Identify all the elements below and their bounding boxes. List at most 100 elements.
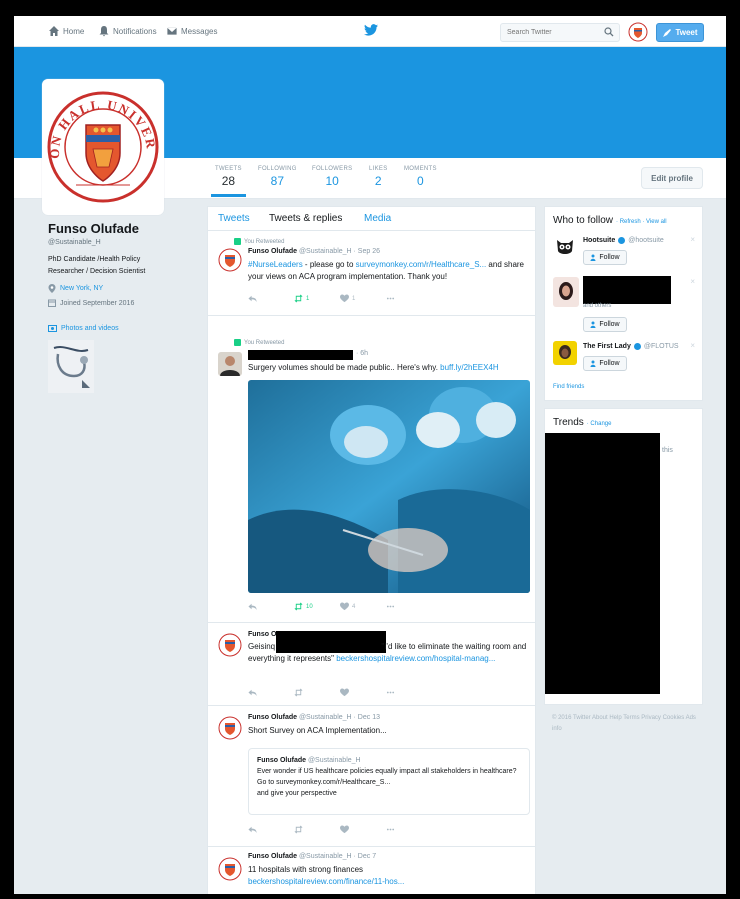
photos-and-videos-link[interactable]: Photos and videos [48,325,119,332]
nav-messages[interactable]: Messages [166,25,217,37]
dismiss-icon[interactable]: × [690,235,695,244]
tweet-avatar[interactable] [218,352,242,376]
reply-button[interactable] [248,602,294,611]
profile-location: New York, NY [48,284,103,293]
like-button[interactable] [340,825,386,834]
seton-hall-crest-icon [218,857,242,881]
tweet-avatar[interactable] [218,857,242,881]
change-trends-link[interactable]: · Change [587,421,612,427]
tweet-media-image[interactable] [248,380,530,593]
tweet-item[interactable]: You Retweeted · 6h Surgery volumes shoul… [208,334,535,623]
trends-module: Trends · Change this [544,408,703,705]
like-button[interactable]: 4 [340,602,386,611]
tweet-item[interactable]: Funso Olufade @Sustainable_H · Dec 7 11 … [208,847,535,894]
retweet-context: You Retweeted [234,339,284,346]
article-link[interactable]: beckershospitalreview.com/finance/11-hos… [248,877,404,886]
stat-followers[interactable]: FOLLOWERS 10 [312,166,352,188]
survey-link[interactable]: surveymonkey.com/r/Healthcare_S... [356,260,487,269]
more-options-button[interactable] [386,688,432,697]
profile-joined: Joined September 2016 [48,299,134,307]
site-footer-links[interactable]: © 2016 Twitter About Help Terms Privacy … [552,713,702,735]
reply-icon [248,826,257,834]
home-icon [49,26,59,36]
compose-tweet-button[interactable]: Tweet [656,23,704,42]
search-icon[interactable] [604,27,614,37]
redacted-author [248,350,353,360]
tweet-avatar[interactable] [218,633,242,657]
tweet-item[interactable]: You Retweeted Funso Olufade @Sustainable… [208,232,535,316]
nav-notifications[interactable]: Notifications [98,25,157,37]
tweet-item[interactable]: Funso Olufade @Sustainable_H · Dec 13 Sh… [208,706,535,847]
tweet-text: Surgery volumes should be made public.. … [248,363,499,372]
tweet-avatar[interactable] [218,248,242,272]
retweet-button[interactable]: 1 [294,294,340,303]
dismiss-icon[interactable]: × [690,341,695,350]
tweet-author-name[interactable]: Funso Olufade [248,248,297,255]
refresh-view-all-links[interactable]: · Refresh · View all [616,219,667,225]
like-button[interactable]: 1 [340,294,386,303]
follow-button[interactable]: Follow [583,250,627,265]
heart-icon [340,294,349,303]
envelope-icon [166,26,178,36]
suggestion-avatar[interactable] [553,341,577,365]
tweet-author-handle[interactable]: @Sustainable_H · Sep 26 [299,248,380,255]
retweet-button[interactable]: 10 [294,602,340,611]
suggestion-name[interactable]: Hootsuite @hootsuite [583,237,664,244]
edit-profile-button[interactable]: Edit profile [641,167,703,189]
tweet-item[interactable]: Funso O Geisinq "I'd like to eliminate t… [208,623,535,706]
hashtag-link[interactable]: #NurseLeaders [248,260,303,269]
tweet-actions: 10 4 [248,602,432,611]
profile-avatar[interactable]: SETON HALL UNIVERSITY [42,79,164,215]
account-avatar-menu[interactable] [628,22,648,42]
tweet-avatar[interactable] [218,716,242,740]
retweet-button[interactable] [294,688,340,697]
top-navigation-bar: Home Notifications Messages Tweet [14,16,726,47]
stat-tweets[interactable]: TWEETS 28 [211,166,246,197]
more-options-button[interactable] [386,294,432,303]
heart-icon [340,602,349,611]
reply-button[interactable] [248,688,294,697]
tweet-actions: 1 1 [248,294,432,303]
more-options-button[interactable] [386,602,432,611]
media-thumbnail[interactable] [48,340,94,393]
reply-button[interactable] [248,294,294,303]
follow-button[interactable]: Follow [583,356,627,371]
location-link[interactable]: New York, NY [60,285,103,292]
heart-icon [340,688,349,697]
article-link[interactable]: beckershospitalreview.com/hospital-manag… [336,654,495,663]
suggestion-avatar[interactable] [553,277,579,307]
tab-tweets-and-replies[interactable]: Tweets & replies [269,213,342,224]
stat-likes[interactable]: LIKES 2 [369,166,388,188]
quoted-tweet-card[interactable]: Funso Olufade @Sustainable_H Ever wonder… [248,748,530,815]
retweet-button[interactable] [294,825,340,834]
twitter-bird-icon[interactable] [364,24,378,36]
seton-hall-university-seal: SETON HALL UNIVERSITY [46,83,159,203]
retweet-icon [294,602,303,611]
find-friends-link[interactable]: Find friends [553,384,584,390]
reply-button[interactable] [248,825,294,834]
tab-media[interactable]: Media [364,213,391,224]
like-button[interactable] [340,688,386,697]
stat-moments[interactable]: MOMENTS 0 [404,166,437,188]
follow-button[interactable]: Follow [583,317,627,332]
tweet-header: Funso O [248,631,277,638]
suggestion-name[interactable]: The First Lady @FLOTUS [583,343,679,350]
nav-home[interactable]: Home [48,25,84,37]
reply-icon [248,689,257,697]
twitter-profile-page: Home Notifications Messages Tweet [14,16,726,894]
verified-badge-icon [633,343,641,350]
more-options-button[interactable] [386,825,432,834]
stat-following[interactable]: FOLLOWING 87 [258,166,297,188]
suggestion-item: and others Follow × [553,276,701,333]
reply-icon [248,295,257,303]
shortened-link[interactable]: buff.ly/2hEEX4H [440,363,499,372]
tweet-timeline: Tweets Tweets & replies Media You Retwee… [207,206,536,894]
person-photo-icon [218,352,242,376]
tweet-header: Funso Olufade @Sustainable_H · Sep 26 [248,248,380,255]
tab-tweets[interactable]: Tweets [218,213,250,224]
search-input[interactable] [501,24,601,41]
suggestion-avatar[interactable] [553,235,577,259]
dismiss-icon[interactable]: × [690,277,695,286]
suggestion-item: Hootsuite @hootsuite Follow × [553,235,701,269]
who-to-follow-title: Who to follow · Refresh · View all [553,215,667,226]
